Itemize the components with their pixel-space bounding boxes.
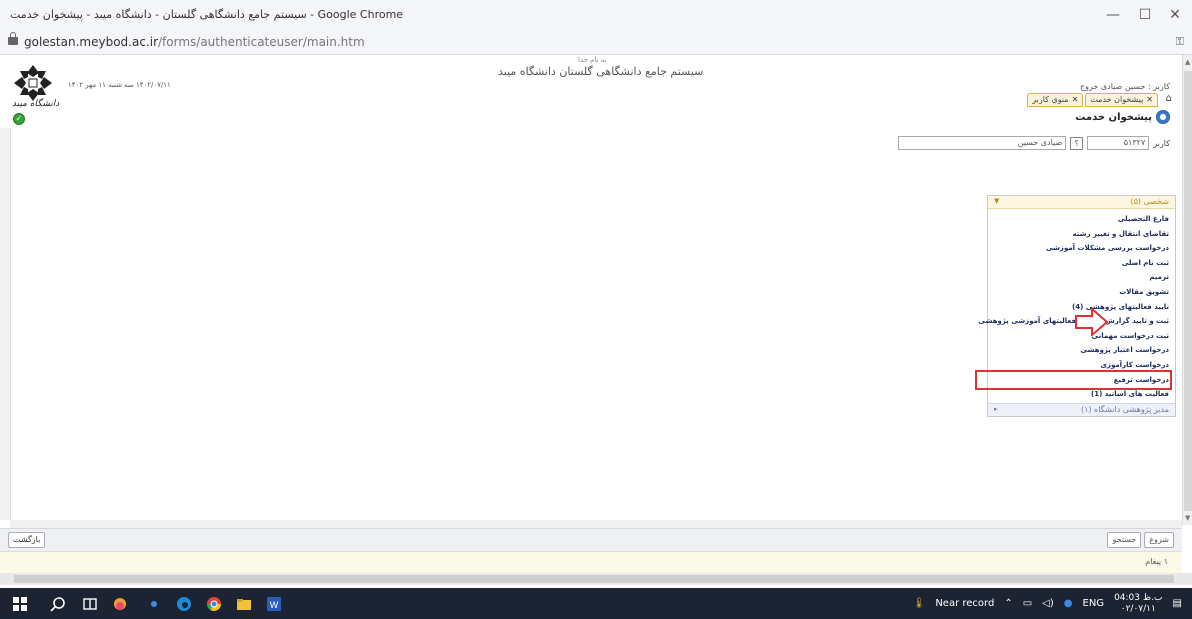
panel-footer[interactable]: مدیر پژوهشی دانشگاه (۱) ▸ — [988, 403, 1175, 416]
horizontal-scrollbar[interactable] — [0, 573, 1192, 585]
clock-date: ۰۲/۰۷/۱۱ — [1120, 603, 1156, 614]
list-item[interactable]: تشویق مقالات — [978, 285, 1169, 300]
url-text[interactable]: golestan.meybod.ac.ir/forms/authenticate… — [24, 35, 365, 49]
list-item[interactable]: ترمیم — [978, 270, 1169, 285]
maximize-button[interactable]: ☐ — [1132, 6, 1158, 24]
service-panel: شخصی (۵) ▼ فارغ التحصیلی تقاضای انتقال و… — [975, 195, 1176, 417]
user-row: کاربر ۵۱۳۲۷ ؟ صیادی حسین — [898, 136, 1170, 150]
tab-label: پیشخوان خدمت — [1090, 95, 1144, 104]
search-button[interactable]: جستجو — [1107, 532, 1142, 548]
tab-strip: ✕پیشخوان خدمت ✕منوی کاربر ⌂ — [1027, 93, 1172, 107]
minimize-button[interactable]: — — [1100, 6, 1126, 24]
notifications-icon[interactable]: ▤ — [1173, 598, 1182, 609]
message-bar: ۱ پیغام — [0, 551, 1182, 574]
language-indicator[interactable]: ENG — [1083, 598, 1105, 609]
info-icon: ● — [1156, 110, 1170, 124]
address-bar[interactable]: golestan.meybod.ac.ir/forms/authenticate… — [0, 30, 1192, 55]
list-item-selected[interactable]: درخواست ترفیع — [975, 369, 1172, 391]
task-view-icon[interactable] — [82, 596, 98, 612]
message-count[interactable]: ۱ پیغام — [1145, 557, 1168, 566]
close-icon[interactable]: ✕ — [1072, 95, 1079, 104]
list-item[interactable]: فارغ التحصیلی — [978, 212, 1169, 227]
system-tray: 🌡 Near record ⌃ ▭ ◁) ● ENG 04:03 ب.ظ ۰۲/… — [913, 588, 1182, 619]
chevron-up-icon[interactable]: ⌃ — [1004, 598, 1012, 609]
list-item[interactable]: ثبت نام اصلی — [978, 256, 1169, 271]
list-item[interactable]: تقاضای انتقال و تغییر رشته — [978, 227, 1170, 242]
close-button[interactable]: ✕ — [1162, 6, 1188, 24]
url-host: golestan.meybod.ac.ir — [24, 35, 159, 49]
taskbar: W 🌡 Near record ⌃ ▭ ◁) ● ENG 04:03 ب.ظ ۰… — [0, 588, 1192, 619]
chrome-icon[interactable] — [206, 596, 222, 612]
list-item[interactable]: درخواست اعتبار پژوهشی — [978, 343, 1169, 358]
scroll-down-icon[interactable]: ▼ — [1185, 514, 1190, 522]
svg-text:W: W — [270, 600, 279, 610]
file-explorer-icon[interactable] — [236, 596, 252, 612]
lock-icon — [8, 32, 18, 45]
bottom-toolbar: بازگشت شروع جستجو — [0, 528, 1182, 551]
panel-footer-label: مدیر پژوهشی دانشگاه (۱) — [1080, 405, 1169, 414]
home-icon[interactable]: ⌂ — [1166, 93, 1172, 104]
word-icon[interactable]: W — [266, 596, 282, 612]
page-content: دانشگاه میبد ✓ ۱۴۰۲/۰۷/۱۱ سه شنبه ۱۱ مهر… — [0, 55, 1182, 525]
list-item[interactable]: فعالیت های اساتید (1) — [978, 387, 1169, 402]
thermometer-icon[interactable]: 🌡 — [913, 598, 926, 609]
expand-icon[interactable]: ▸ — [994, 405, 998, 413]
clock[interactable]: 04:03 ب.ظ ۰۲/۰۷/۱۱ — [1114, 593, 1162, 615]
user-logout-line[interactable]: کاربر : حسین صیادی خروج — [1080, 82, 1170, 91]
window-titlebar: سیستم جامع دانشگاهی گلستان - دانشگاه میب… — [0, 0, 1192, 31]
windows-start-icon[interactable] — [12, 596, 28, 612]
back-button[interactable]: بازگشت — [8, 532, 46, 548]
weather-text[interactable]: Near record — [935, 598, 994, 609]
app-tray-icon[interactable]: ● — [1064, 598, 1073, 609]
inner-horizontal-scrollbar[interactable] — [10, 520, 1182, 528]
left-scroll-strip — [0, 128, 11, 520]
list-item[interactable]: درخواست کارآموزی — [978, 358, 1169, 373]
search-icon[interactable] — [50, 596, 66, 612]
help-button[interactable]: ؟ — [1070, 136, 1084, 150]
service-list: فارغ التحصیلی تقاضای انتقال و تغییر رشته… — [975, 212, 1172, 402]
header-bismillah: به نام خدا — [578, 56, 607, 64]
tab-user-menu[interactable]: ✕منوی کاربر — [1027, 93, 1084, 107]
app-icon[interactable] — [146, 596, 162, 612]
panel-header[interactable]: شخصی (۵) ▼ — [988, 196, 1175, 209]
red-arrow-icon — [1075, 308, 1108, 336]
volume-icon[interactable]: ◁) — [1042, 598, 1054, 609]
network-icon[interactable]: ▭ — [1023, 598, 1032, 609]
tab-label: منوی کاربر — [1032, 95, 1069, 104]
vertical-scrollbar[interactable]: ▲ ▼ — [1182, 55, 1192, 525]
key-icon[interactable]: ⚿ — [1176, 35, 1184, 49]
user-label: کاربر — [1153, 138, 1170, 148]
scroll-thumb[interactable] — [1184, 71, 1192, 511]
weather-widget-icon[interactable] — [112, 596, 128, 612]
service-title: ● پیشخوان خدمت — [1075, 110, 1170, 124]
user-code-field[interactable]: ۵۱۳۲۷ — [1087, 136, 1150, 150]
bottom-controls: شروع جستجو — [1107, 532, 1174, 548]
close-icon[interactable]: ✕ — [1146, 95, 1153, 104]
window-title: سیستم جامع دانشگاهی گلستان - دانشگاه میب… — [10, 8, 404, 21]
date-text: ۱۴۰۲/۰۷/۱۱ سه شنبه ۱۱ مهر ۱۴۰۲ — [68, 81, 171, 89]
logo-text: دانشگاه میبد — [12, 99, 60, 109]
check-icon: ✓ — [13, 113, 25, 125]
panel-header-label: شخصی (۵) — [1130, 197, 1169, 206]
tab-service-desk[interactable]: ✕پیشخوان خدمت — [1085, 93, 1158, 107]
list-item[interactable]: درخواست بررسی مشکلات آموزشی — [978, 241, 1169, 256]
scroll-thumb[interactable] — [14, 575, 1174, 583]
url-path: /forms/authenticateuser/main.htm — [158, 35, 365, 49]
service-title-text: پیشخوان خدمت — [1075, 111, 1152, 123]
user-name-field[interactable]: صیادی حسین — [898, 136, 1067, 150]
page-title: سیستم جامع دانشگاهی گلستان دانشگاه میبد — [498, 65, 704, 78]
edge-icon[interactable] — [176, 596, 192, 612]
clock-time: 04:03 ب.ظ — [1114, 592, 1163, 603]
collapse-icon[interactable]: ▼ — [994, 197, 999, 205]
refresh-button[interactable]: شروع — [1144, 532, 1174, 548]
scroll-up-icon[interactable]: ▲ — [1185, 58, 1190, 66]
